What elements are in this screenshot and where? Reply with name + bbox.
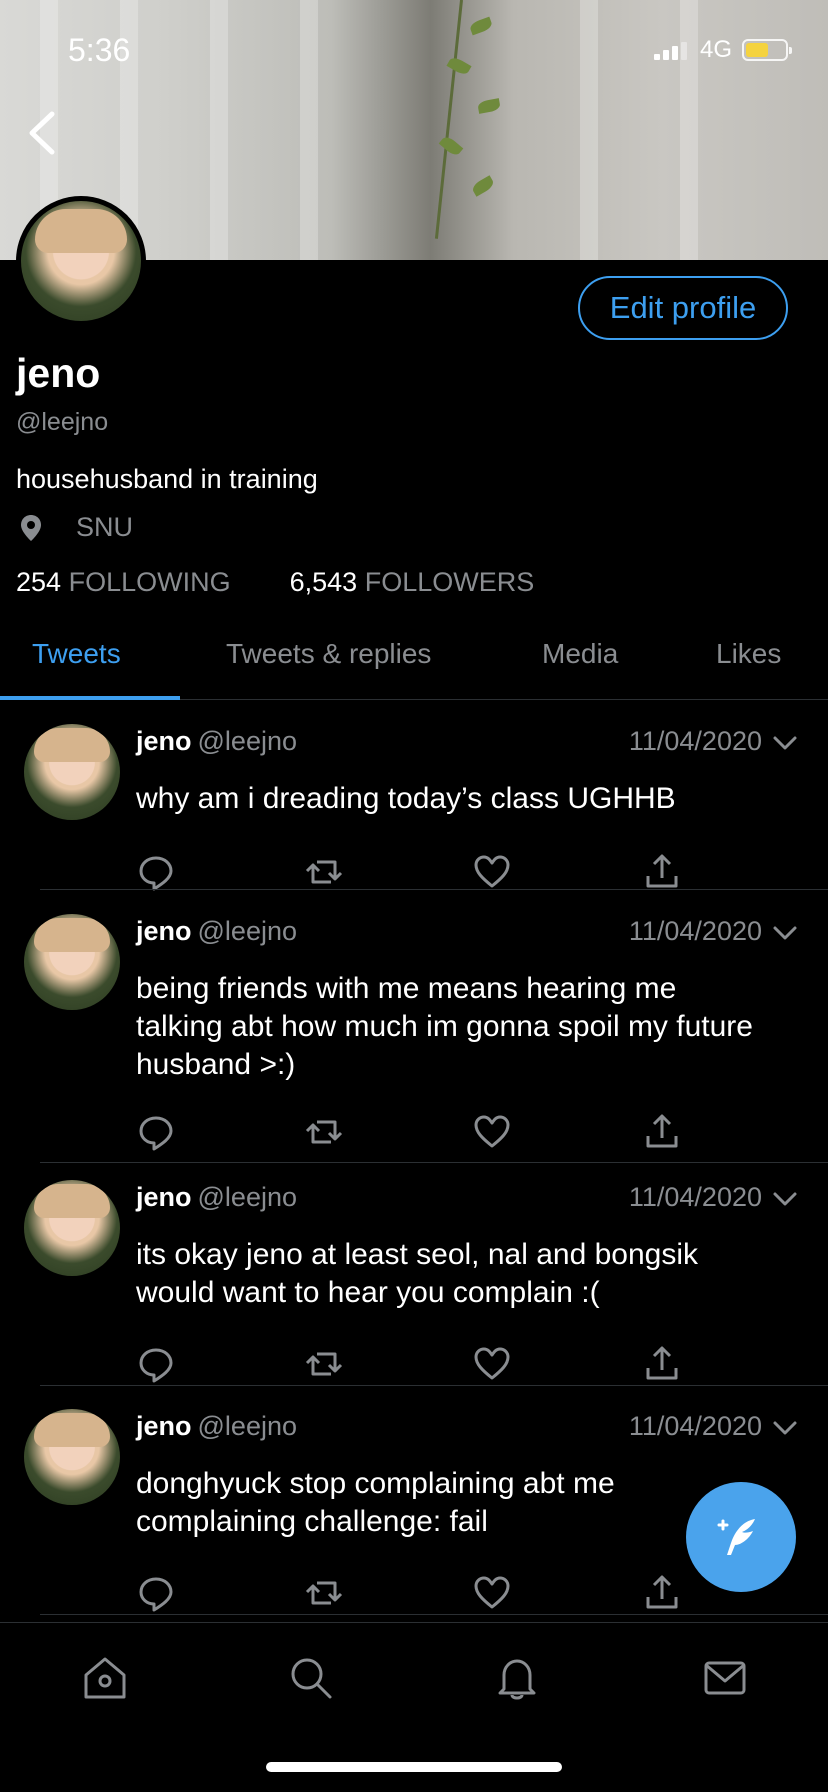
network-type: 4G <box>699 36 732 63</box>
share-icon[interactable] <box>642 852 682 892</box>
tweet-author-name: jeno <box>136 726 192 756</box>
tweet-author-name: jeno <box>136 1411 192 1441</box>
reply-icon[interactable] <box>136 1573 176 1613</box>
profile-avatar[interactable] <box>16 196 146 326</box>
tab-likes[interactable]: Likes <box>716 638 781 670</box>
tab-tweets[interactable]: Tweets <box>32 638 121 670</box>
tweet-text: why am i dreading today’s class UGHHB <box>136 782 676 815</box>
edit-profile-button[interactable]: Edit profile <box>578 276 788 340</box>
compose-tweet-button[interactable] <box>686 1482 796 1592</box>
share-icon[interactable] <box>642 1112 682 1152</box>
home-icon[interactable] <box>80 1653 130 1703</box>
tweet-author: jeno @leejno <box>136 1182 297 1213</box>
location-pin-icon <box>21 514 41 541</box>
tweet-author: jeno @leejno <box>136 1411 297 1442</box>
tweet-author-handle: @leejno <box>197 1411 297 1441</box>
chevron-down-icon[interactable] <box>772 1186 798 1212</box>
tweet-date: 11/04/2020 <box>628 1411 762 1441</box>
followers-count: 6,543 <box>289 567 358 597</box>
share-icon[interactable] <box>642 1573 682 1613</box>
tweet-author: jeno @leejno <box>136 726 297 757</box>
tweet-actions <box>136 1344 696 1384</box>
profile-tabs: Tweets Tweets & replies Media Likes <box>0 618 828 700</box>
tweet-author-handle: @leejno <box>197 726 297 756</box>
like-icon[interactable] <box>472 852 512 892</box>
like-icon[interactable] <box>472 1573 512 1613</box>
tweet-author-handle: @leejno <box>197 1182 297 1212</box>
reply-icon[interactable] <box>136 852 176 892</box>
chevron-left-icon <box>29 111 55 155</box>
tweet-actions <box>136 1573 696 1613</box>
notifications-icon[interactable] <box>492 1653 542 1703</box>
status-time: 5:36 <box>68 32 131 68</box>
tweet-text: donghyuck stop complaining abt me compla… <box>136 1467 615 1538</box>
tab-media[interactable]: Media <box>542 638 618 670</box>
following-count: 254 <box>16 567 62 597</box>
back-button[interactable] <box>22 108 62 158</box>
profile-name: jeno <box>16 350 101 396</box>
tab-tweets-replies[interactable]: Tweets & replies <box>226 638 431 670</box>
tweet-actions <box>136 852 696 892</box>
profile-handle: @leejno <box>16 408 109 436</box>
compose-tweet-icon <box>717 1519 755 1555</box>
tweet-date: 11/04/2020 <box>628 916 762 946</box>
tweet-divider <box>40 1614 828 1615</box>
tweet-author-handle: @leejno <box>197 916 297 946</box>
followers-label: FOLLOWERS <box>364 567 535 597</box>
retweet-icon[interactable] <box>304 852 344 892</box>
tweet-divider <box>40 1162 828 1163</box>
tweet-actions <box>136 1112 696 1152</box>
profile-location: SNU <box>16 512 133 543</box>
tweet-text: being friends with me means hearing me t… <box>136 972 753 1081</box>
tweet-divider <box>40 889 828 890</box>
profile-bio: househusband in training <box>16 464 318 494</box>
battery-icon <box>742 39 792 61</box>
followers-link[interactable]: 6,543 FOLLOWERS <box>290 567 535 597</box>
retweet-icon[interactable] <box>304 1112 344 1152</box>
tweet-author-name: jeno <box>136 916 192 946</box>
tweet-text: its okay jeno at least seol, nal and bon… <box>136 1238 699 1309</box>
chevron-down-icon[interactable] <box>772 1415 798 1441</box>
location-label: SNU <box>76 512 134 542</box>
following-label: FOLLOWING <box>68 567 231 597</box>
search-icon[interactable] <box>286 1653 336 1703</box>
tweet-avatar[interactable] <box>24 1409 120 1505</box>
tweet-date: 11/04/2020 <box>628 726 762 756</box>
following-link[interactable]: 254 FOLLOWING <box>16 567 231 597</box>
retweet-icon[interactable] <box>304 1344 344 1384</box>
active-tab-indicator <box>0 696 180 700</box>
signal-icon <box>654 42 688 60</box>
like-icon[interactable] <box>472 1112 512 1152</box>
tweet-avatar[interactable] <box>24 1180 120 1276</box>
follow-stats: 254 FOLLOWING 6,543 FOLLOWERS <box>16 567 534 598</box>
tweet-author-name: jeno <box>136 1182 192 1212</box>
like-icon[interactable] <box>472 1344 512 1384</box>
home-indicator[interactable] <box>266 1762 562 1772</box>
retweet-icon[interactable] <box>304 1573 344 1613</box>
chevron-down-icon[interactable] <box>772 730 798 756</box>
chevron-down-icon[interactable] <box>772 920 798 946</box>
reply-icon[interactable] <box>136 1112 176 1152</box>
tweet-divider <box>40 1385 828 1386</box>
share-icon[interactable] <box>642 1344 682 1384</box>
messages-icon[interactable] <box>700 1653 750 1703</box>
tweet-avatar[interactable] <box>24 914 120 1010</box>
tweet-avatar[interactable] <box>24 724 120 820</box>
status-bar: 5:36 4G <box>0 30 828 70</box>
reply-icon[interactable] <box>136 1344 176 1384</box>
tweet-date: 11/04/2020 <box>628 1182 762 1212</box>
tweet-author: jeno @leejno <box>136 916 297 947</box>
